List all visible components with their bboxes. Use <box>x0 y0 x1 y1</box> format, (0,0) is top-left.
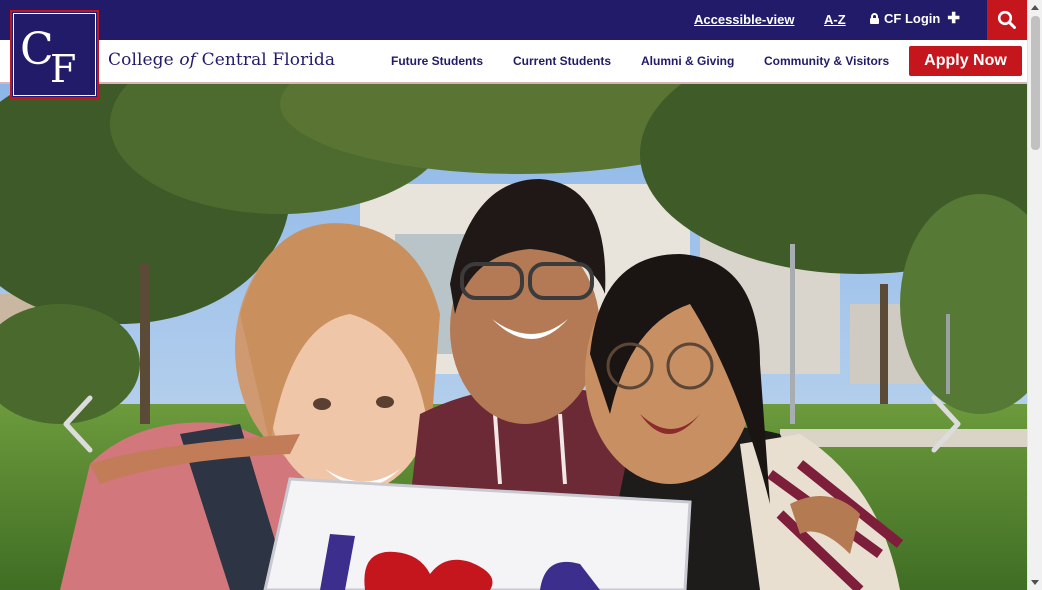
scroll-up-arrow-icon[interactable] <box>1031 5 1039 10</box>
hero-slide-image <box>0 84 1027 590</box>
svg-text:C: C <box>20 24 54 75</box>
cf-logo[interactable]: C F <box>10 10 99 99</box>
page-viewport: Accessible-view A-Z CF Login ✚ Future St… <box>0 0 1027 590</box>
scroll-thumb[interactable] <box>1031 16 1040 150</box>
apply-now-button[interactable]: Apply Now <box>909 46 1022 76</box>
college-wordmark[interactable]: College of Central Florida <box>108 50 335 70</box>
hero-carousel[interactable] <box>0 84 1027 590</box>
carousel-next-button[interactable] <box>926 394 966 454</box>
wordmark-of: of <box>179 50 197 70</box>
utility-bar: Accessible-view A-Z CF Login ✚ <box>0 0 1027 40</box>
scroll-down-arrow-icon[interactable] <box>1031 580 1039 585</box>
plus-icon: ✚ <box>947 10 960 27</box>
wordmark-college: College <box>108 50 174 70</box>
accessible-view-link[interactable]: Accessible-view <box>694 12 794 27</box>
nav-future-students[interactable]: Future Students <box>391 54 483 68</box>
svg-text:F: F <box>50 47 76 91</box>
wordmark-central-florida: Central Florida <box>201 50 336 70</box>
cf-monogram: C F <box>20 24 76 91</box>
cf-login-label: CF Login <box>884 11 941 26</box>
carousel-prev-button[interactable] <box>58 394 98 454</box>
chevron-left-icon <box>63 395 93 453</box>
chevron-right-icon <box>931 395 961 453</box>
search-icon <box>997 10 1016 29</box>
lock-icon <box>870 13 879 24</box>
nav-community-visitors[interactable]: Community & Visitors <box>764 54 889 68</box>
cf-login-button[interactable]: CF Login ✚ <box>870 11 960 26</box>
nav-current-students[interactable]: Current Students <box>513 54 611 68</box>
search-button[interactable] <box>987 0 1027 40</box>
a-z-link[interactable]: A-Z <box>824 12 846 27</box>
nav-alumni-giving[interactable]: Alumni & Giving <box>641 54 734 68</box>
vertical-scrollbar[interactable] <box>1027 0 1042 590</box>
